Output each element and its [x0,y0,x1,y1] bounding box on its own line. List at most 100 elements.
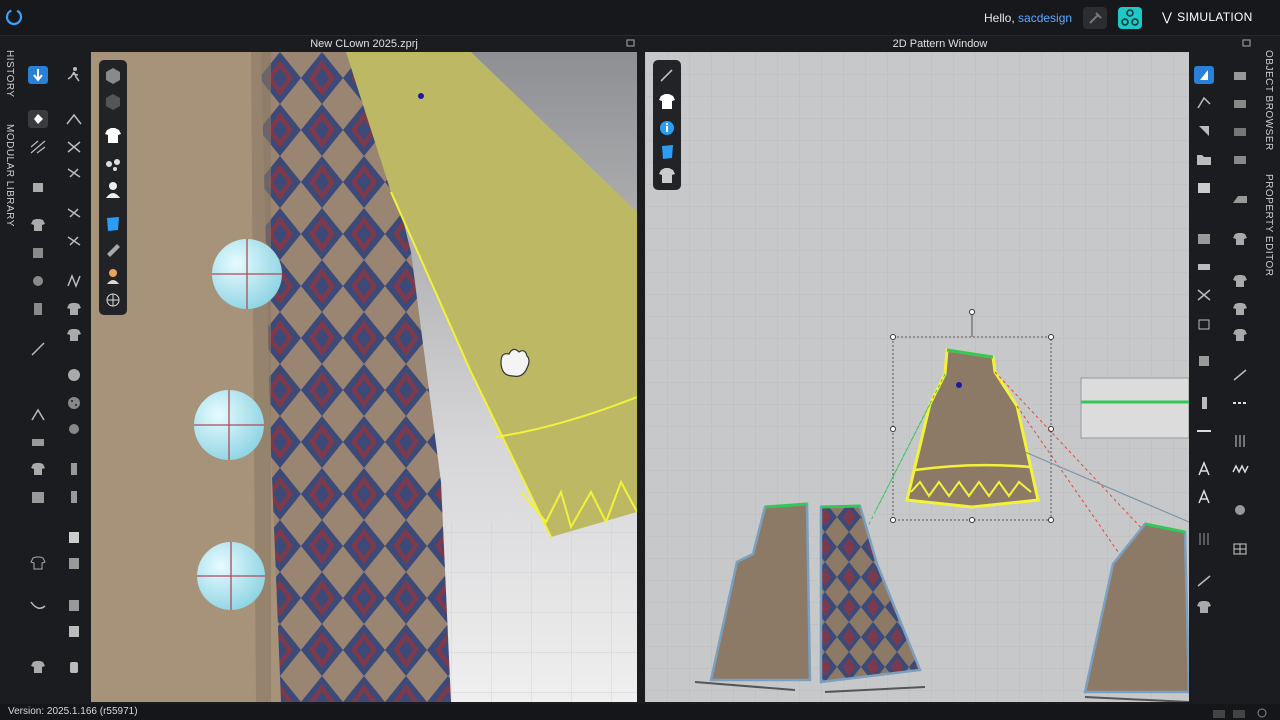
view-2d-pattern[interactable] [645,52,1189,702]
tool-2d-trace[interactable] [1194,572,1214,590]
tool-rect-a[interactable] [64,528,84,546]
polygon-icon [1197,96,1211,109]
tab-modular-library[interactable]: MODULAR LIBRARY [4,124,15,227]
tool-bead[interactable] [28,432,48,450]
tool-select-move[interactable] [28,66,48,84]
tool-rect-c[interactable] [64,596,84,614]
tool-zipper[interactable] [28,300,48,318]
shirt-pattern-icon[interactable] [653,90,681,114]
tab-history[interactable]: HISTORY [4,50,15,98]
tool-2d-pattern-shirt[interactable] [1230,150,1250,168]
tool-2d-shirt-grey[interactable] [1230,230,1250,248]
tool-shirt-d[interactable] [28,460,48,478]
view-3d-garment[interactable] [91,52,637,702]
mode-selector[interactable]: ⋁ SIMULATION [1162,10,1253,24]
cube-icon[interactable] [99,64,127,88]
tool-2d-grid[interactable] [1194,230,1214,248]
tool-button[interactable] [64,366,84,384]
tool-2d-text-outline[interactable] [1194,488,1214,506]
shirt-texture-icon[interactable] [653,164,681,188]
tool-2d-cut[interactable] [1194,286,1214,304]
tab-object-browser[interactable]: OBJECT BROWSER [1263,50,1274,151]
tool-2d-ruler[interactable] [1194,394,1214,412]
shirt-display-icon[interactable] [99,124,127,148]
pleat-icon [67,273,81,289]
tool-2d-shirt-hang[interactable] [1230,272,1250,290]
tool-2d-stitch[interactable] [1230,432,1250,450]
cube-outline-icon[interactable] [99,90,127,114]
tool-shirt-a[interactable] [28,216,48,234]
tool-2d-diagonal[interactable] [1230,366,1250,384]
fabric-blue-2d-icon[interactable] [653,140,681,164]
avatar-skin-icon[interactable] [99,264,127,288]
network-button[interactable] [1118,7,1142,29]
tool-transform-pattern[interactable] [28,110,48,128]
username-link[interactable]: sacdesign [1018,11,1072,25]
tool-needle[interactable] [28,340,48,358]
tool-2d-hanger[interactable] [1230,66,1250,84]
tool-2d-polygon[interactable] [1194,94,1214,112]
view-2d-small-icon[interactable] [1232,709,1246,719]
tool-2d-folder-open[interactable] [1194,178,1214,196]
maximize-2d-icon[interactable] [1242,38,1252,48]
tool-2d-folder[interactable] [1194,150,1214,168]
tool-hand[interactable] [64,658,84,676]
tool-fold[interactable] [64,110,84,128]
tool-2d-shirt-fold[interactable] [1230,300,1250,318]
tool-2d-mirror[interactable] [1194,352,1214,370]
tool-2d-seam[interactable] [1194,258,1214,276]
tool-avatar-pose[interactable] [64,66,84,84]
tool-2d-dash[interactable] [1230,394,1250,412]
tool-2d-line[interactable] [1194,422,1214,440]
tool-zip-b[interactable] [64,460,84,478]
tool-2d-rectangle[interactable] [1194,122,1214,140]
tool-pleat[interactable] [64,272,84,290]
tool-trim[interactable] [28,272,48,290]
tool-measure[interactable] [64,232,84,250]
tool-fit-map[interactable] [28,244,48,262]
tools-button[interactable] [1083,7,1107,29]
tool-select-mesh[interactable] [28,138,48,156]
tool-rect-d[interactable] [64,622,84,640]
maximize-3d-icon[interactable] [626,38,636,48]
tool-book[interactable] [28,488,48,506]
stitch-icon [1235,435,1245,447]
tool-shirt-c[interactable] [64,326,84,344]
dots-icon[interactable] [99,152,127,176]
tool-topstitch[interactable] [28,406,48,424]
tool-strap[interactable] [28,596,48,614]
refresh-icon[interactable] [1256,707,1268,719]
tab-property-editor[interactable]: PROPERTY EDITOR [1263,174,1274,277]
tool-pin[interactable] [28,178,48,196]
tool-2d-text[interactable] [1194,460,1214,478]
globe-icon[interactable] [99,288,127,312]
tool-rect-b[interactable] [64,554,84,572]
tool-2d-offset[interactable] [1230,122,1250,140]
tool-shirt-b[interactable] [64,300,84,318]
tool-2d-zigzag[interactable] [1230,460,1250,478]
pen-icon[interactable] [653,64,681,88]
avatar-icon[interactable] [99,178,127,202]
tool-2d-shirt[interactable] [1194,598,1214,616]
tool-puckering[interactable] [64,420,84,438]
tool-garment[interactable] [64,164,84,182]
tool-steam[interactable] [64,204,84,222]
tool-2d-bag[interactable] [1194,314,1214,332]
app-logo-icon[interactable] [5,8,23,26]
tool-2d-fabric-grain[interactable] [1194,530,1214,548]
info-icon[interactable] [653,116,681,140]
shirt-grey-icon[interactable] [99,238,127,262]
tool-2d-shirt-arrange[interactable] [1230,326,1250,344]
tool-2d-cloud[interactable] [1230,500,1250,518]
tool-buttonhole[interactable] [64,394,84,412]
tool-zip-c[interactable] [64,488,84,506]
tool-2d-select[interactable] [1194,66,1214,84]
tool-2d-iron[interactable] [1230,190,1250,208]
tool-2d-grid-b[interactable] [1230,540,1250,558]
view-3d-small-icon[interactable] [1212,709,1226,719]
tool-tack[interactable] [64,138,84,156]
fabric-blue-icon[interactable] [99,212,127,236]
tool-2d-trace-b[interactable] [1230,94,1250,112]
tool-shirt-e[interactable] [28,658,48,676]
tool-shirt-dim[interactable] [28,554,48,572]
